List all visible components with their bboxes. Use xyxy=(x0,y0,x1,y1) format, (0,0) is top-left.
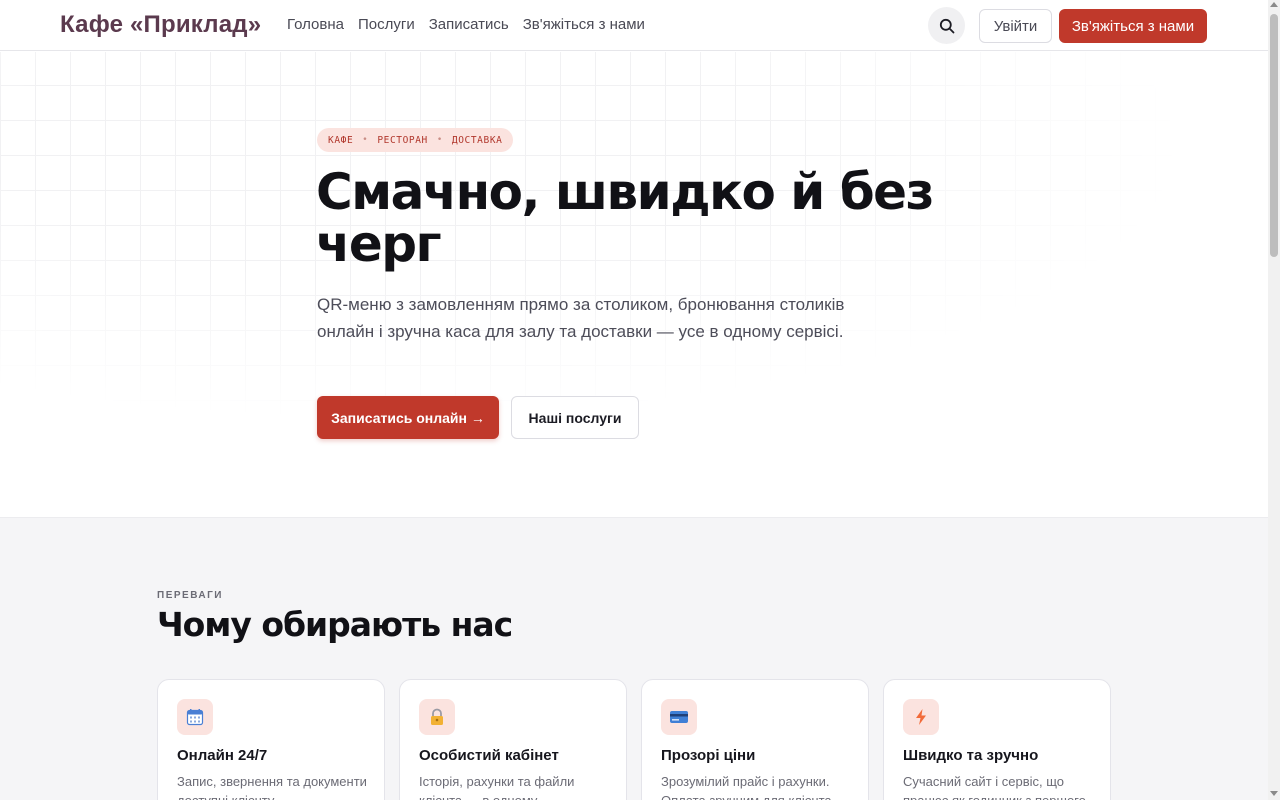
site-header: Кафе «Приклад» Головна Послуги Записатис… xyxy=(0,0,1268,51)
feature-card: Онлайн 24/7 Запис, звернення та документ… xyxy=(157,679,385,800)
nav-link-services[interactable]: Послуги xyxy=(358,16,415,33)
lightning-icon xyxy=(903,699,939,735)
search-button[interactable] xyxy=(928,7,965,44)
feature-card: Швидко та зручно Сучасний сайт і сервіс,… xyxy=(883,679,1111,800)
brand-logo[interactable]: Кафе «Приклад» xyxy=(60,11,261,39)
nav-link-booking[interactable]: Записатись xyxy=(429,16,509,33)
feature-card-description: Зрозумілий прайс і рахунки. Оплата зручн… xyxy=(661,774,832,800)
tag-restaurant: РЕСТОРАН xyxy=(377,134,428,146)
feature-card-description: Історія, рахунки та файли клієнта — в од… xyxy=(419,774,575,800)
login-button[interactable]: Увійти xyxy=(979,9,1052,43)
features-section: ПЕРЕВАГИ Чому обирають нас Онлайн 24/7 З… xyxy=(0,517,1268,800)
hero-section: КАФЕ • РЕСТОРАН • ДОСТАВКА Смачно, швидк… xyxy=(0,52,1268,517)
dot-separator: • xyxy=(362,135,369,145)
main-nav: Головна Послуги Записатись Зв'яжіться з … xyxy=(287,16,645,33)
scroll-down-arrow[interactable] xyxy=(1270,791,1278,796)
feature-card-title: Особистий кабінет xyxy=(419,747,559,764)
hero-subtitle: QR-меню з замовленням прямо за столиком,… xyxy=(317,295,845,341)
feature-card: Прозорі ціни Зрозумілий прайс і рахунки.… xyxy=(641,679,869,800)
feature-card-description: Сучасний сайт і сервіс, що працює як год… xyxy=(903,774,1086,800)
feature-card-title: Онлайн 24/7 xyxy=(177,747,268,764)
calendar-icon xyxy=(177,699,213,735)
search-icon xyxy=(939,18,954,33)
our-services-button[interactable]: Наші послуги xyxy=(511,396,639,439)
category-tags: КАФЕ • РЕСТОРАН • ДОСТАВКА xyxy=(317,128,514,152)
tag-delivery: ДОСТАВКА xyxy=(451,134,503,146)
nav-link-contact[interactable]: Зв'яжіться з нами xyxy=(523,16,645,33)
tag-cafe: КАФЕ xyxy=(328,134,354,146)
dot-separator: • xyxy=(436,135,443,145)
page-scrollbar[interactable] xyxy=(1268,0,1280,800)
feature-card-title: Швидко та зручно xyxy=(903,747,1039,764)
lock-icon xyxy=(419,699,455,735)
section-title: Чому обирають нас xyxy=(157,605,513,644)
feature-card-title: Прозорі ціни xyxy=(661,747,756,764)
section-eyebrow: ПЕРЕВАГИ xyxy=(157,590,223,601)
nav-link-home[interactable]: Головна xyxy=(287,16,344,33)
contact-button[interactable]: Зв'яжіться з нами xyxy=(1059,9,1207,43)
scrollbar-thumb[interactable] xyxy=(1270,14,1278,257)
hero-title: Смачно, швидко й без черг xyxy=(316,163,935,273)
book-online-button[interactable]: Записатись онлайн → xyxy=(317,396,499,439)
scroll-up-arrow[interactable] xyxy=(1270,2,1278,7)
feature-card-description: Запис, звернення та документи доступні к… xyxy=(177,774,367,800)
credit-card-icon xyxy=(661,699,697,735)
feature-card: Особистий кабінет Історія, рахунки та фа… xyxy=(399,679,627,800)
